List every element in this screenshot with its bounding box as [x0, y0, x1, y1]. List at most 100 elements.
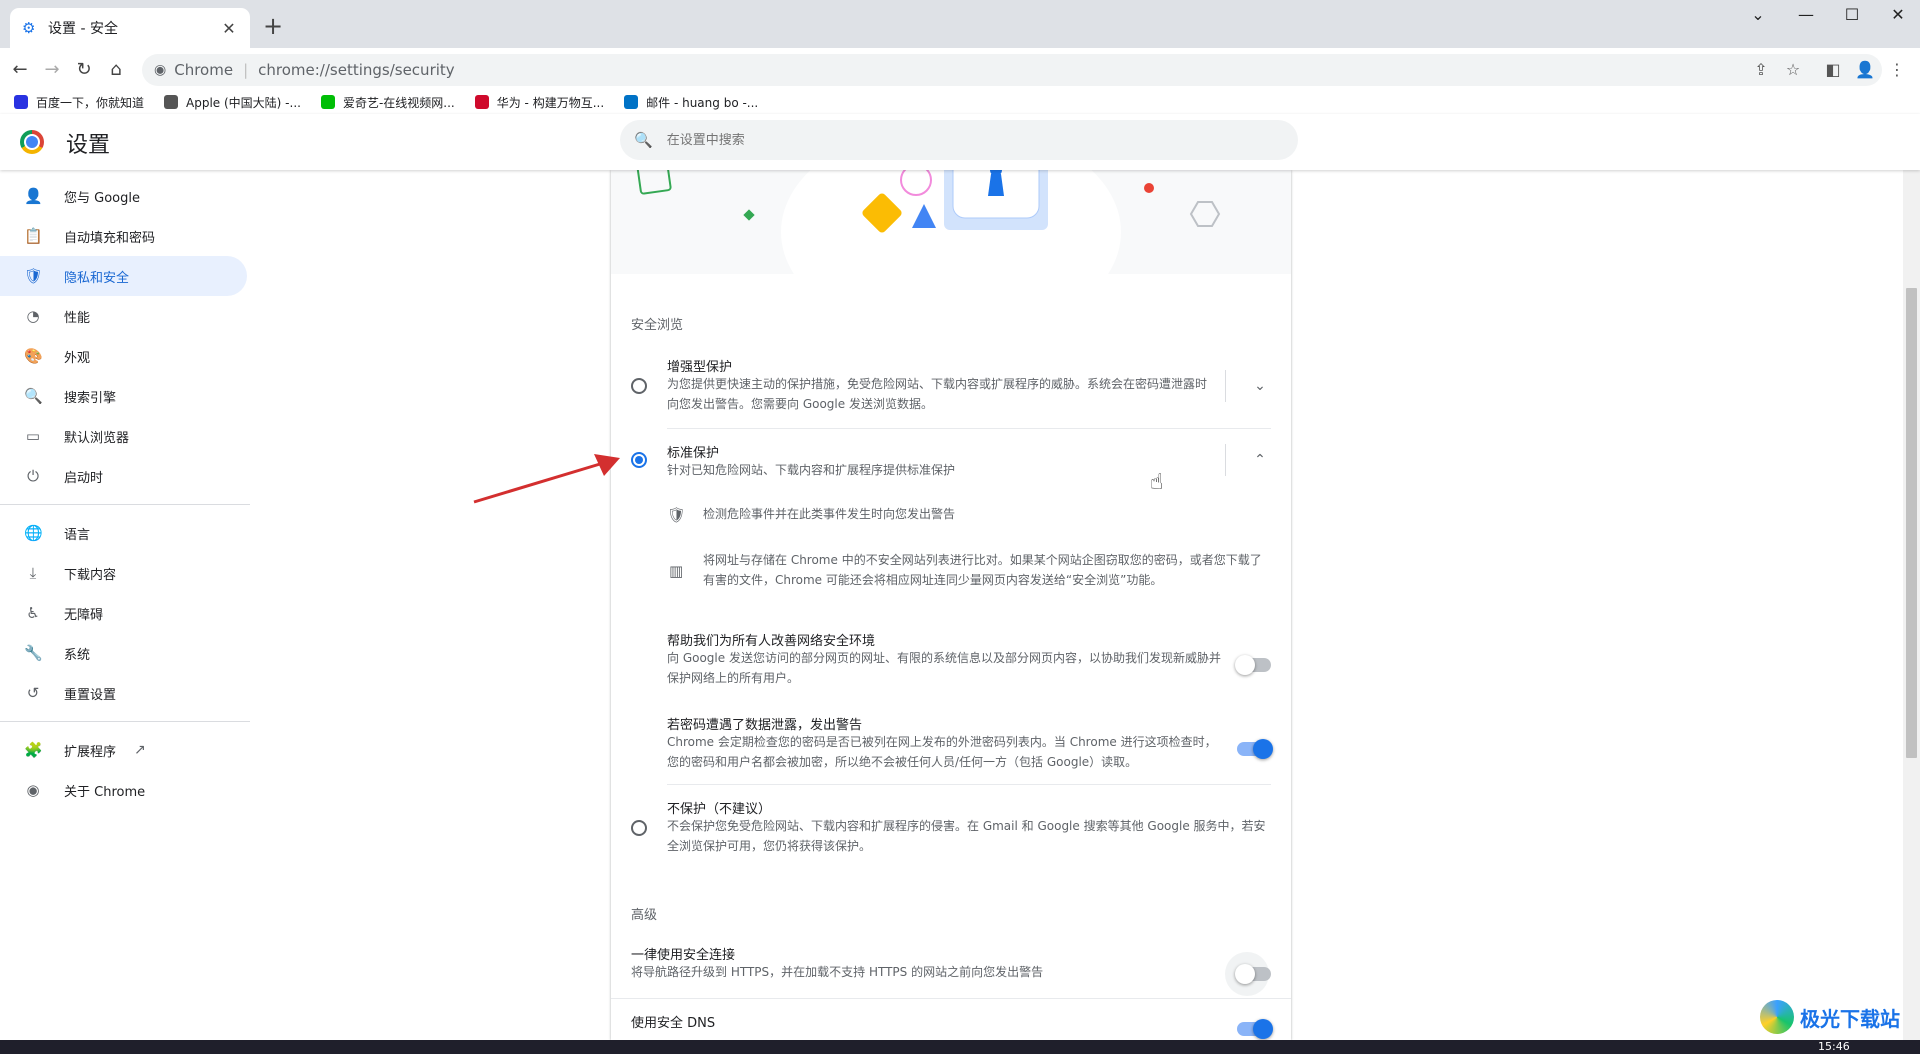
https-only-title: 一律使用安全连接 — [631, 948, 736, 963]
history-icon: ↺ — [26, 684, 40, 702]
no-protection-desc: 不会保护您免受危险网站、下载内容和扩展程序的侵害。在 Gmail 和 Googl… — [667, 819, 1266, 853]
sidebar-item-label: 扩展程序 — [64, 744, 117, 760]
forward-button[interactable]: → — [38, 56, 66, 84]
password-leak-toggle[interactable] — [1237, 739, 1273, 759]
standard-feature-compare: 将网址与存储在 Chrome 中的不安全网站列表进行比对。如果某个网站企图窃取您… — [703, 553, 1262, 587]
sidebar-item[interactable]: 🔧 系统 — [0, 633, 247, 673]
back-button[interactable]: ← — [6, 56, 34, 84]
profile-avatar-icon[interactable]: 👤 — [1852, 56, 1878, 84]
sidebar-item[interactable]: 🧩 扩展程序 ↗ — [0, 730, 247, 770]
sidebar-item-label: 启动时 — [64, 470, 104, 486]
enhanced-protection-desc: 为您提供更快速主动的保护措施，免受危险网站、下载内容或扩展程序的威胁。系统会在密… — [667, 377, 1208, 411]
enhanced-protection-radio[interactable] — [631, 378, 647, 394]
enhanced-expand-chevron-icon[interactable]: ⌄ — [1245, 371, 1275, 401]
sidebar-item[interactable]: ◉ 关于 Chrome — [0, 770, 247, 810]
settings-sidebar: 👤 您与 Google 📋 自动填充和密码 🛡 隐私和安全 ◔ 性能 🎨 外观 🔍 搜索引擎 ▭ 默认浏览… — [0, 176, 250, 810]
os-taskbar: 15:46 — [0, 1040, 1920, 1054]
search-icon: 🔍 — [24, 387, 43, 405]
sidebar-item-label: 重置设置 — [64, 687, 117, 703]
bookmark-item[interactable]: 华为 - 构建万物互... — [474, 94, 604, 111]
home-button[interactable]: ⌂ — [102, 56, 130, 84]
bookmark-item[interactable]: 邮件 - huang bo -... — [624, 94, 758, 111]
power-icon: ⏻ — [27, 467, 39, 485]
enhanced-divider — [1225, 370, 1226, 402]
accessibility-icon: ♿ — [26, 604, 40, 622]
bookmark-item[interactable]: Apple (中国大陆) -... — [164, 94, 301, 111]
bookmark-label: 邮件 - huang bo -... — [646, 95, 759, 110]
safe-browsing-heading: 安全浏览 — [631, 318, 684, 333]
settings-search[interactable]: 🔍 — [620, 120, 1298, 160]
person-icon: 👤 — [24, 187, 43, 205]
sidebar-item[interactable]: ⤓ 下载内容 — [0, 553, 247, 593]
settings-search-input[interactable] — [666, 132, 1227, 148]
reload-button[interactable]: ↻ — [70, 56, 98, 84]
no-protection-title: 不保护（不建议） — [667, 802, 772, 817]
sidebar-item[interactable]: ▭ 默认浏览器 — [0, 416, 247, 456]
browser-icon: ▭ — [25, 427, 41, 445]
menu-kebab-icon[interactable]: ⋮ — [1884, 56, 1910, 84]
no-protection-radio[interactable] — [631, 820, 647, 836]
settings-header: 设置 🔍 — [0, 114, 1920, 170]
bookmark-star-icon[interactable]: ☆ — [1780, 56, 1806, 84]
sidebar-item[interactable]: 📋 自动填充和密码 — [0, 216, 247, 256]
help-improve-title: 帮助我们为所有人改善网络安全环境 — [667, 634, 876, 649]
sidebar-item[interactable]: 🌐 语言 — [0, 513, 247, 553]
bookmark-label: 百度一下，你就知道 — [36, 95, 145, 110]
https-only-toggle[interactable] — [1235, 964, 1271, 984]
bookmark-label: Apple (中国大陆) -... — [186, 95, 301, 110]
close-window-button[interactable]: ✕ — [1870, 0, 1920, 30]
bookmark-item[interactable]: 爱奇艺-在线视频网... — [320, 94, 455, 111]
new-tab-button[interactable]: + — [258, 12, 288, 42]
palette-icon: 🎨 — [24, 347, 43, 365]
omnibox-separator: | — [243, 61, 249, 79]
help-improve-toggle[interactable] — [1235, 655, 1271, 675]
sidebar-item[interactable]: ◔ 性能 — [0, 296, 247, 336]
sidebar-item[interactable]: 🛡 隐私和安全 — [0, 256, 247, 296]
option-separator — [611, 998, 1291, 999]
sidebar-item[interactable]: 👤 您与 Google — [0, 176, 247, 216]
url-text: chrome://settings/security — [258, 61, 455, 79]
sidebar-item-label: 系统 — [64, 647, 91, 663]
bookmark-item[interactable]: 百度一下，你就知道 — [14, 94, 144, 111]
address-bar[interactable]: ◉ Chrome | chrome://settings/security — [142, 54, 1882, 86]
bookmarks-bar: 百度一下，你就知道 Apple (中国大陆) -... 爱奇艺-在线视频网... 华为… — [0, 92, 1920, 112]
sidebar-item-label: 自动填充和密码 — [64, 230, 156, 246]
sidebar-item[interactable]: ↺ 重置设置 — [0, 673, 247, 713]
close-tab-icon[interactable]: ✕ — [220, 19, 238, 38]
standard-protection-desc: 针对已知危险网站、下载内容和扩展程序提供标准保护 — [667, 463, 956, 477]
side-panel-icon[interactable]: ◧ — [1820, 56, 1846, 84]
watermark-text: 极光下载站 — [1800, 1006, 1900, 1031]
advanced-heading: 高级 — [631, 908, 658, 923]
clipboard-icon: 📋 — [24, 227, 43, 245]
shield-icon: 🛡 — [24, 267, 44, 285]
sidebar-item[interactable]: ⏻ 启动时 — [0, 456, 247, 496]
standard-protection-radio[interactable] — [631, 452, 647, 468]
globe-icon: 🌐 — [24, 524, 43, 542]
option-separator — [667, 428, 1271, 429]
page-scrollbar[interactable] — [1903, 170, 1920, 1040]
help-improve-desc: 向 Google 发送您访问的部分网页的网址、有限的系统信息以及部分网页内容，以… — [667, 651, 1221, 685]
hand-cursor-icon: ☝ — [1150, 470, 1164, 495]
secure-dns-title: 使用安全 DNS — [631, 1016, 716, 1031]
gear-icon: ⚙ — [22, 19, 36, 37]
tab-settings-security[interactable]: ⚙ 设置 - 安全 ✕ — [10, 8, 250, 48]
chrome-icon: ◉ — [26, 781, 40, 799]
password-leak-title: 若密码遭遇了数据泄露，发出警告 — [667, 718, 863, 733]
sidebar-item-label: 语言 — [64, 527, 91, 543]
sidebar-divider — [0, 504, 250, 505]
tab-title: 设置 - 安全 — [48, 21, 118, 37]
standard-collapse-chevron-icon[interactable]: ⌃ — [1245, 445, 1275, 475]
secure-dns-toggle[interactable] — [1237, 1019, 1273, 1039]
sidebar-item[interactable]: ♿ 无障碍 — [0, 593, 247, 633]
sidebar-item-label: 下载内容 — [64, 567, 117, 583]
sidebar-item[interactable]: 🎨 外观 — [0, 336, 247, 376]
bar-chart-icon: ▥ — [669, 562, 684, 580]
sidebar-item-label: 搜索引擎 — [64, 390, 117, 406]
share-icon[interactable]: ⇪ — [1748, 56, 1774, 84]
sidebar-item-label: 性能 — [64, 310, 91, 326]
security-settings-card: 安全浏览 增强型保护 为您提供更快速主动的保护措施，免受危险网站、下载内容或扩展… — [611, 170, 1291, 1040]
standard-feature-detect: 检测危险事件并在此类事件发生时向您发出警告 — [703, 507, 956, 521]
sidebar-item[interactable]: 🔍 搜索引擎 — [0, 376, 247, 416]
sidebar-item-label: 无障碍 — [64, 607, 104, 623]
scrollbar-thumb[interactable] — [1906, 288, 1917, 758]
